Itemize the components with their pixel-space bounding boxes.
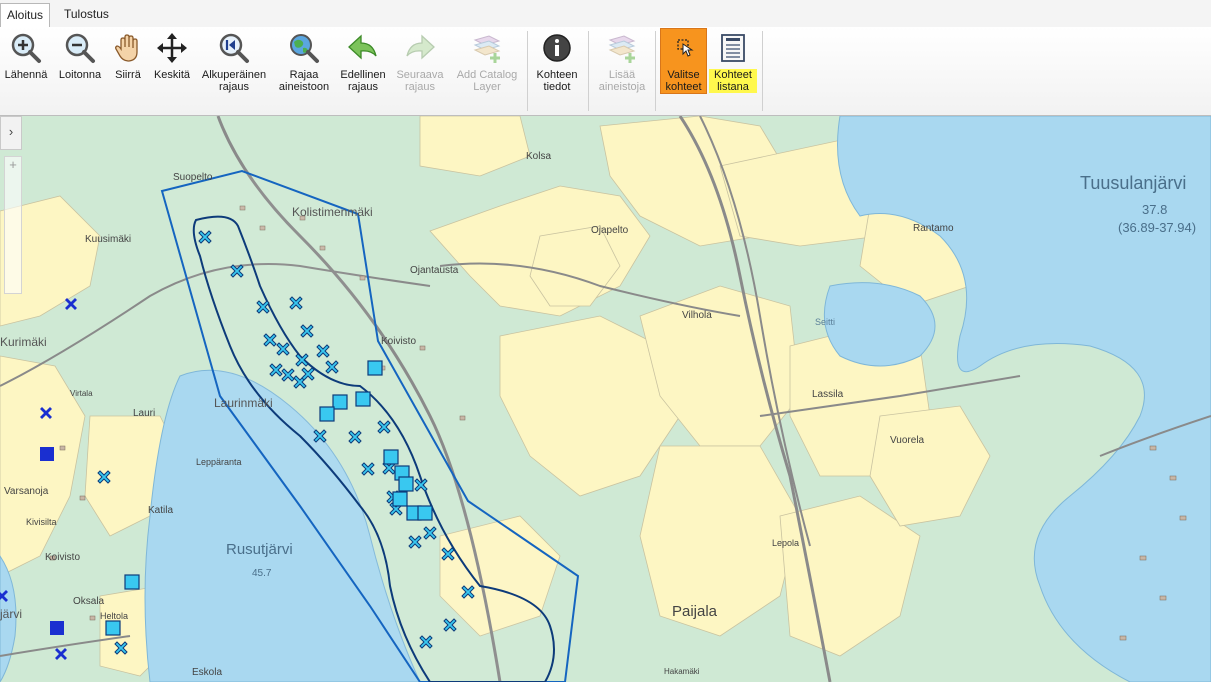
zoom-out-button[interactable]: Loitonna: [56, 29, 104, 97]
add-catalog-layer-button[interactable]: Add Catalog Layer: [452, 29, 522, 97]
ribbon-toolbar: Lähennä Loitonna Siirrä Keskitä Alkuperä…: [0, 27, 1211, 116]
limit-dataset-button[interactable]: Rajaa aineistoon: [274, 29, 334, 97]
zoom-slider[interactable]: +: [4, 156, 22, 294]
feature-square-marker[interactable]: [105, 620, 121, 636]
label-kurimaki: Kurimäki: [0, 335, 47, 349]
select-features-label: Valitse kohteet: [665, 69, 702, 93]
feature-square-marker[interactable]: [392, 491, 408, 507]
zoom-out-label: Loitonna: [58, 69, 102, 81]
zoom-in-label: Lähennä: [4, 69, 48, 81]
zoom-in-icon: [11, 33, 41, 63]
label-tuusulanjarvi: Tuusulanjärvi: [1080, 173, 1186, 193]
label-seitti: Seitti: [815, 317, 835, 327]
feature-square-marker[interactable]: [355, 391, 371, 407]
feature-dark-square-marker[interactable]: [50, 621, 64, 635]
features-list-label: Kohteet listana: [709, 69, 757, 93]
label-kolistimenmaki: Kolistimenmäki: [292, 205, 373, 219]
label-leppiranta: Leppäranta: [196, 457, 242, 467]
add-catalog-layer-label: Add Catalog Layer: [456, 69, 518, 93]
next-extent-button[interactable]: Seuraava rajaus: [394, 29, 446, 97]
feature-square-marker[interactable]: [417, 505, 433, 521]
toolbar-divider: [655, 31, 656, 111]
label-koivisto-west: Koivisto: [45, 552, 80, 563]
label-kivisilta: Kivisilta: [26, 517, 57, 527]
toolbar-divider: [588, 31, 589, 111]
label-ojapelto: Ojapelto: [591, 225, 629, 236]
label-vilhola: Vilhola: [682, 310, 712, 321]
pan-label: Siirrä: [115, 69, 141, 81]
arrow-back-icon: [348, 34, 377, 60]
label-jarvi-edge: järvi: [0, 607, 22, 621]
label-tuusula-depth: 37.8: [1142, 202, 1167, 217]
tab-tulostus[interactable]: Tulostus: [58, 3, 115, 26]
label-heltola: Heltola: [100, 611, 128, 621]
select-features-button[interactable]: Valitse kohteet: [660, 28, 707, 94]
feature-dark-square-marker[interactable]: [40, 447, 54, 461]
label-kuusimaki: Kuusimäki: [85, 234, 131, 245]
label-katila: Katila: [148, 505, 173, 516]
label-paijala: Paijala: [672, 603, 718, 620]
toolbar-divider: [762, 31, 763, 111]
lake-seitti: [823, 282, 936, 367]
label-ojantausta: Ojantausta: [410, 265, 459, 276]
label-oksala: Oksala: [73, 596, 105, 607]
label-kolsa: Kolsa: [526, 151, 551, 162]
label-suopelto: Suopelto: [173, 172, 213, 183]
label-lepola: Lepola: [772, 538, 799, 548]
original-extent-label: Alkuperäinen rajaus: [201, 69, 267, 93]
label-lauri: Lauri: [133, 408, 155, 419]
label-rusut-depth: 45.7: [252, 568, 272, 579]
map-svg[interactable]: Tuusulanjärvi 37.8 (36.89-37.94) Rusutjä…: [0, 116, 1211, 682]
layers-add-icon: [608, 35, 636, 63]
feature-info-label: Kohteen tiedot: [536, 69, 578, 93]
tab-aloitus[interactable]: Aloitus: [0, 3, 51, 28]
label-virtala: Virtala: [70, 389, 93, 398]
tab-bar: Aloitus Tulostus: [0, 0, 1211, 28]
feature-square-marker[interactable]: [383, 449, 399, 465]
arrow-forward-icon: [406, 34, 435, 60]
feature-square-marker[interactable]: [398, 476, 414, 492]
label-hakamaki: Hakamäki: [664, 667, 700, 676]
label-koivisto: Koivisto: [381, 336, 416, 347]
globe-zoom-icon: [290, 34, 319, 63]
center-button[interactable]: Keskitä: [150, 29, 194, 97]
feature-info-button[interactable]: Kohteen tiedot: [532, 29, 582, 97]
add-dataset-label: Lisää aineistoja: [598, 69, 646, 93]
list-document-icon: [721, 34, 745, 62]
select-rectangle-icon: [676, 39, 694, 57]
next-extent-label: Seuraava rajaus: [396, 69, 444, 93]
label-vuorela: Vuorela: [890, 435, 925, 446]
label-eskola: Eskola: [192, 667, 222, 678]
add-dataset-button[interactable]: Lisää aineistoja: [594, 29, 650, 97]
feature-square-marker[interactable]: [367, 360, 383, 376]
limit-dataset-label: Rajaa aineistoon: [278, 69, 330, 93]
label-rusutjarvi: Rusutjärvi: [226, 541, 293, 558]
label-tuusula-range: (36.89-37.94): [1118, 220, 1196, 235]
previous-extent-label: Edellinen rajaus: [340, 69, 386, 93]
pan-button[interactable]: Siirrä: [108, 29, 148, 97]
feature-square-marker[interactable]: [332, 394, 348, 410]
hand-icon: [115, 34, 138, 62]
panel-collapse-button[interactable]: ›: [0, 116, 22, 150]
center-label: Keskitä: [153, 69, 191, 81]
zoom-in-button[interactable]: Lähennä: [2, 29, 50, 97]
zoom-plus-icon[interactable]: +: [5, 157, 21, 173]
feature-square-marker[interactable]: [319, 406, 335, 422]
toolbar-divider: [527, 31, 528, 111]
layers-add-icon: [473, 35, 501, 63]
zoom-out-icon: [65, 33, 95, 63]
label-varsanoja: Varsanoja: [4, 486, 49, 497]
original-extent-button[interactable]: Alkuperäinen rajaus: [198, 29, 270, 97]
previous-extent-button[interactable]: Edellinen rajaus: [338, 29, 388, 97]
label-laurinmaki: Laurinmäki: [214, 396, 273, 410]
label-lassila: Lassila: [812, 389, 844, 400]
features-list-button[interactable]: Kohteet listana: [709, 29, 757, 97]
feature-square-marker[interactable]: [124, 574, 140, 590]
map-canvas[interactable]: Tuusulanjärvi 37.8 (36.89-37.94) Rusutjä…: [0, 116, 1211, 682]
label-rantamo: Rantamo: [913, 223, 954, 234]
move-arrows-icon: [157, 33, 187, 63]
info-icon: [543, 34, 571, 62]
original-extent-icon: [219, 33, 249, 63]
